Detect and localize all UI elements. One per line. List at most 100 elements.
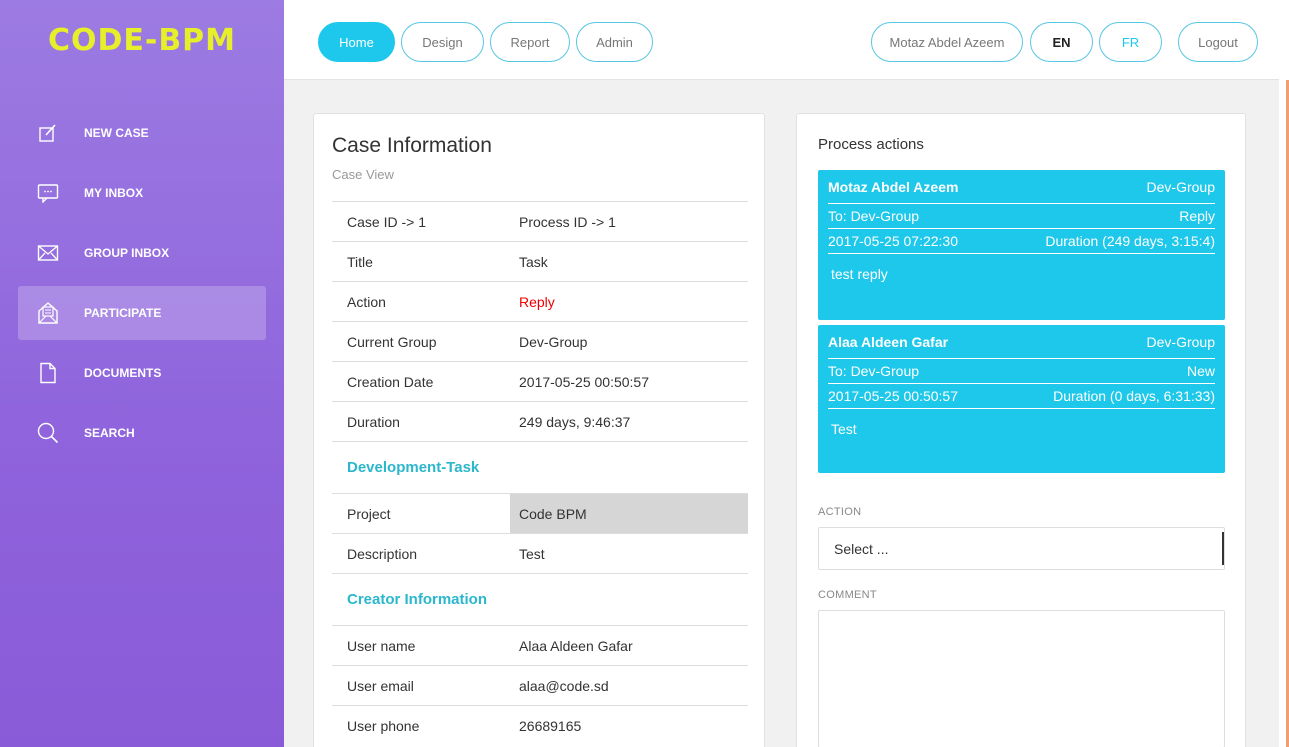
- message-duration: Duration (249 days, 3:15:4): [1045, 233, 1215, 249]
- action-message-card: Alaa Aldeen Gafar Dev-Group To: Dev-Grou…: [818, 325, 1225, 473]
- message-recipient-row: To: Dev-Group Reply: [828, 204, 1215, 229]
- message-action: New: [1186, 363, 1215, 379]
- row-value: Dev-Group: [519, 333, 588, 350]
- table-row: Action Reply: [332, 281, 748, 321]
- message-time-row: 2017-05-25 00:50:57 Duration (0 days, 6:…: [828, 384, 1215, 409]
- sidebar-item-label: NEW CASE: [84, 126, 149, 140]
- table-row: Duration 249 days, 9:46:37: [332, 401, 748, 441]
- section-heading-task: Development-Task: [332, 441, 748, 493]
- lang-fr-button[interactable]: FR: [1099, 22, 1162, 62]
- row-key: User phone: [347, 717, 420, 734]
- logo-text: CODE-BPM: [47, 22, 237, 58]
- sidebar: CODE-BPM NEW CASE MY INBOX GROUP INBOX P…: [0, 0, 284, 747]
- sidebar-item-label: PARTICIPATE: [84, 306, 162, 320]
- sidebar-item-new-case[interactable]: NEW CASE: [18, 106, 266, 160]
- table-row: Title Task: [332, 241, 748, 281]
- row-key: Current Group: [347, 333, 437, 350]
- table-row: Current Group Dev-Group: [332, 321, 748, 361]
- lang-en-button[interactable]: EN: [1030, 22, 1093, 62]
- row-value: Process ID -> 1: [519, 213, 616, 230]
- row-value: Alaa Aldeen Gafar: [519, 637, 633, 654]
- table-row: User phone 26689165: [332, 705, 748, 745]
- row-key: Creation Date: [347, 373, 434, 390]
- row-key: User email: [347, 677, 414, 694]
- message-body: test reply: [831, 266, 888, 282]
- row-value: Code BPM: [510, 494, 748, 533]
- message-sender: Alaa Aldeen Gafar: [828, 333, 949, 350]
- row-value: 249 days, 9:46:37: [519, 413, 631, 430]
- page-title: Case Information: [332, 134, 492, 157]
- table-row: Case ID -> 1 Process ID -> 1: [332, 201, 748, 241]
- message-recipient-row: To: Dev-Group New: [828, 359, 1215, 384]
- row-value: alaa@code.sd: [519, 677, 609, 694]
- message-to: To: Dev-Group: [828, 208, 920, 224]
- row-value: 2017-05-25 00:50:57: [519, 373, 649, 390]
- message-duration: Duration (0 days, 6:31:33): [1053, 388, 1215, 404]
- message-time-row: 2017-05-25 07:22:30 Duration (249 days, …: [828, 229, 1215, 254]
- sidebar-nav: NEW CASE MY INBOX GROUP INBOX PARTICIPAT…: [0, 106, 284, 460]
- table-row: Description Test: [332, 533, 748, 573]
- logout-button[interactable]: Logout: [1178, 22, 1258, 62]
- table-row: User email alaa@code.sd: [332, 665, 748, 705]
- comment-textarea[interactable]: [818, 610, 1225, 747]
- sidebar-item-participate[interactable]: PARTICIPATE: [18, 286, 266, 340]
- row-value-action: Reply: [519, 293, 555, 310]
- action-label: ACTION: [818, 506, 862, 518]
- row-key: Case ID -> 1: [347, 213, 426, 230]
- search-icon: [36, 421, 60, 445]
- sidebar-item-group-inbox[interactable]: GROUP INBOX: [18, 226, 266, 280]
- action-select[interactable]: Select ...: [818, 527, 1225, 570]
- sidebar-item-my-inbox[interactable]: MY INBOX: [18, 166, 266, 220]
- message-date: 2017-05-25 00:50:57: [828, 388, 958, 404]
- table-row: Project Code BPM: [332, 493, 748, 533]
- message-date: 2017-05-25 07:22:30: [828, 233, 958, 249]
- document-icon: [36, 361, 60, 385]
- row-key: Description: [347, 545, 418, 562]
- tab-report[interactable]: Report: [490, 22, 570, 62]
- sidebar-item-label: MY INBOX: [84, 186, 144, 200]
- message-to: To: Dev-Group: [828, 363, 920, 379]
- row-key: User name: [347, 637, 416, 654]
- dropdown-caret-icon: [1221, 532, 1224, 565]
- comment-label: COMMENT: [818, 589, 877, 601]
- envelope-icon: [36, 241, 60, 265]
- table-row: Creation Date 2017-05-25 00:50:57: [332, 361, 748, 401]
- process-actions-panel: Process actions Motaz Abdel Azeem Dev-Gr…: [796, 113, 1246, 747]
- message-group: Dev-Group: [1146, 333, 1215, 350]
- row-key: Action: [347, 293, 386, 310]
- message-group: Dev-Group: [1146, 178, 1215, 195]
- case-details-table: Case ID -> 1 Process ID -> 1 Title Task …: [332, 201, 748, 745]
- row-value: 26689165: [519, 717, 582, 734]
- edit-icon: [36, 121, 60, 145]
- action-message-card: Motaz Abdel Azeem Dev-Group To: Dev-Grou…: [818, 170, 1225, 320]
- logo[interactable]: CODE-BPM: [0, 0, 284, 80]
- sidebar-item-label: SEARCH: [84, 426, 135, 440]
- tab-home[interactable]: Home: [318, 22, 395, 62]
- case-information-panel: Case Information Case View Case ID -> 1 …: [313, 113, 765, 747]
- row-key: Duration: [347, 413, 400, 430]
- row-key: Project: [347, 505, 391, 522]
- top-navbar: Home Design Report Admin Motaz Abdel Aze…: [284, 0, 1279, 80]
- sidebar-item-label: DOCUMENTS: [84, 366, 162, 380]
- message-header: Motaz Abdel Azeem Dev-Group: [828, 170, 1215, 204]
- message-sender: Motaz Abdel Azeem: [828, 178, 959, 195]
- row-key: Title: [347, 253, 373, 270]
- row-value: Task: [519, 253, 548, 270]
- table-row: User name Alaa Aldeen Gafar: [332, 625, 748, 665]
- open-envelope-icon: [36, 301, 60, 325]
- message-action: Reply: [1179, 208, 1215, 224]
- tab-admin[interactable]: Admin: [576, 22, 653, 62]
- section-heading-creator: Creator Information: [332, 573, 748, 625]
- page-subtitle: Case View: [332, 167, 394, 182]
- panel-title: Process actions: [818, 136, 924, 153]
- tab-design[interactable]: Design: [401, 22, 484, 62]
- sidebar-item-search[interactable]: SEARCH: [18, 406, 266, 460]
- message-header: Alaa Aldeen Gafar Dev-Group: [828, 325, 1215, 359]
- chat-icon: [36, 181, 60, 205]
- message-body: Test: [831, 421, 857, 437]
- sidebar-item-documents[interactable]: DOCUMENTS: [18, 346, 266, 400]
- window-edge: [1279, 0, 1289, 747]
- user-profile-button[interactable]: Motaz Abdel Azeem: [871, 22, 1023, 62]
- sidebar-item-label: GROUP INBOX: [84, 246, 170, 260]
- row-value: Test: [519, 545, 545, 562]
